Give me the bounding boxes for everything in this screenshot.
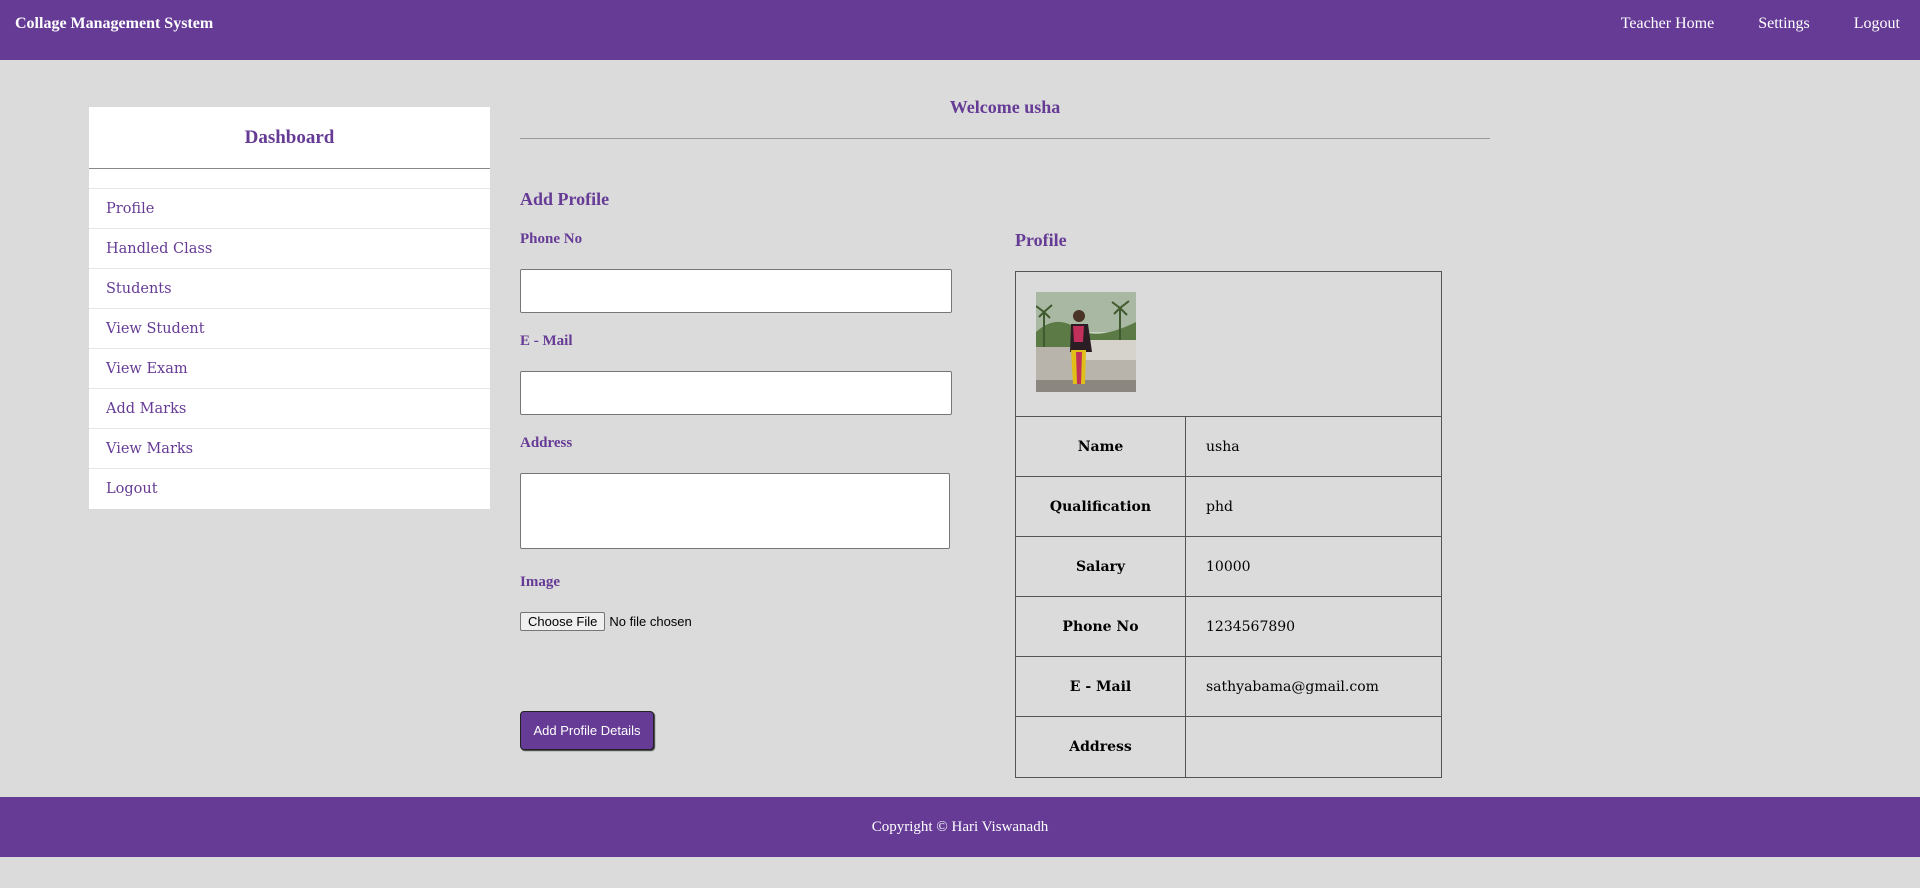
address-label: Address xyxy=(520,435,573,451)
profile-row-qualification: Qualification phd xyxy=(1016,477,1441,537)
footer-copyright: Copyright © Hari Viswanadh xyxy=(871,818,1049,835)
profile-value: sathyabama@gmail.com xyxy=(1206,678,1379,695)
footer: Copyright © Hari Viswanadh xyxy=(0,797,1920,857)
choose-file-button[interactable]: Choose File xyxy=(520,612,606,631)
sidebar: Dashboard Profile Handled Class Students… xyxy=(89,107,490,509)
address-textarea[interactable] xyxy=(520,473,950,549)
profile-key: E - Mail xyxy=(1016,657,1186,716)
nav-settings[interactable]: Settings xyxy=(1758,15,1810,33)
profile-key: Salary xyxy=(1016,537,1186,596)
profile-row-address: Address xyxy=(1016,717,1441,777)
photo-row xyxy=(1016,272,1441,417)
profile-value: usha xyxy=(1206,438,1240,455)
sidebar-item-students[interactable]: Students xyxy=(89,269,490,309)
phone-label: Phone No xyxy=(520,231,583,247)
top-navbar: Collage Management System Teacher Home S… xyxy=(0,0,1920,60)
file-status: No file chosen xyxy=(609,614,692,629)
profile-row-email: E - Mail sathyabama@gmail.com xyxy=(1016,657,1441,717)
profile-value xyxy=(1186,717,1441,777)
profile-value: 1234567890 xyxy=(1206,618,1296,635)
sidebar-item-view-student[interactable]: View Student xyxy=(89,309,490,349)
profile-row-name: Name usha xyxy=(1016,417,1441,477)
profile-title: Profile xyxy=(1015,230,1067,250)
sidebar-item-view-marks[interactable]: View Marks xyxy=(89,429,490,469)
profile-key: Phone No xyxy=(1016,597,1186,656)
sidebar-spacer xyxy=(89,169,490,189)
sidebar-title: Dashboard xyxy=(89,107,490,169)
sidebar-item-logout[interactable]: Logout xyxy=(89,469,490,509)
phone-input[interactable] xyxy=(520,269,952,313)
profile-key: Name xyxy=(1016,417,1186,476)
nav-teacher-home[interactable]: Teacher Home xyxy=(1621,15,1715,33)
email-input[interactable] xyxy=(520,371,952,415)
email-label: E - Mail xyxy=(520,333,573,349)
profile-table: Name usha Qualification phd Salary 10000… xyxy=(1015,271,1442,778)
image-label: Image xyxy=(520,574,560,590)
sidebar-item-view-exam[interactable]: View Exam xyxy=(89,349,490,389)
profile-row-phone: Phone No 1234567890 xyxy=(1016,597,1441,657)
profile-value: 10000 xyxy=(1206,558,1251,575)
sidebar-item-profile[interactable]: Profile xyxy=(89,189,490,229)
welcome-divider xyxy=(520,138,1490,139)
nav-logout[interactable]: Logout xyxy=(1854,15,1900,33)
sidebar-item-add-marks[interactable]: Add Marks xyxy=(89,389,490,429)
sidebar-item-handled-class[interactable]: Handled Class xyxy=(89,229,490,269)
profile-key: Qualification xyxy=(1016,477,1186,536)
top-nav: Teacher Home Settings Logout xyxy=(1621,15,1900,33)
profile-photo xyxy=(1036,292,1136,392)
profile-row-salary: Salary 10000 xyxy=(1016,537,1441,597)
brand-title[interactable]: Collage Management System xyxy=(15,15,213,33)
welcome-heading: Welcome usha xyxy=(949,97,1061,117)
image-file-picker: Choose File No file chosen xyxy=(520,612,692,631)
profile-photo-image xyxy=(1036,292,1136,392)
profile-key: Address xyxy=(1016,717,1186,777)
profile-value: phd xyxy=(1206,498,1233,515)
add-profile-details-button[interactable]: Add Profile Details xyxy=(520,711,654,750)
add-profile-title: Add Profile xyxy=(520,189,610,209)
